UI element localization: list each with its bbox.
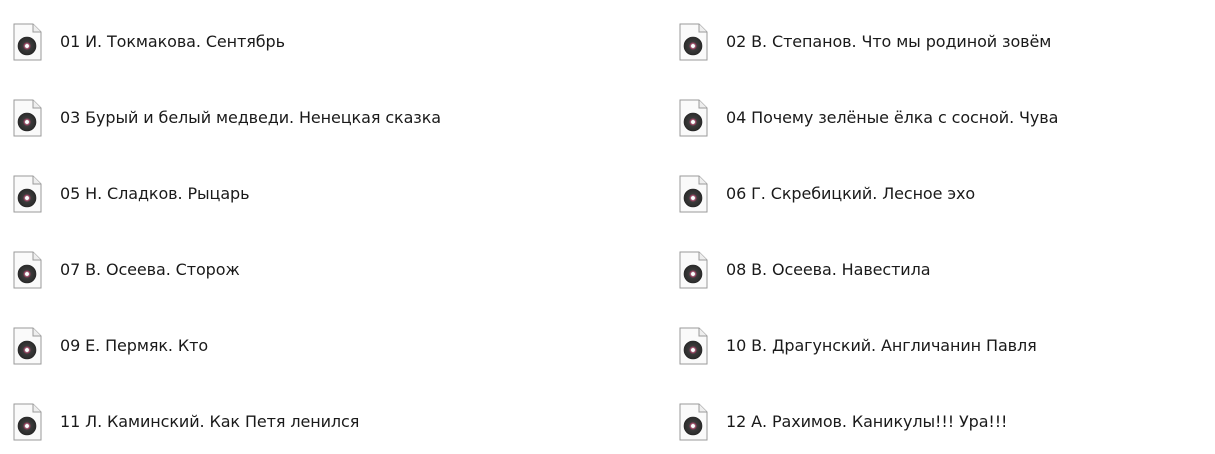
file-item[interactable]: 02 В. Степанов. Что мы родиной зовём [678,14,1215,70]
audio-file-icon [679,99,708,137]
audio-file-icon [679,327,708,365]
audio-file-icon [13,403,42,441]
file-name: 07 В. Осеева. Сторож [60,260,240,279]
file-item[interactable]: 07 В. Осеева. Сторож [12,242,662,298]
file-name: 06 Г. Скребицкий. Лесное эхо [726,184,976,203]
audio-file-icon [13,175,42,213]
file-item[interactable]: 01 И. Токмакова. Сентябрь [12,14,662,70]
file-name: 11 Л. Каминский. Как Петя ленился [60,412,360,431]
file-name: 09 Е. Пермяк. Кто [60,336,209,355]
file-item[interactable]: 03 Бурый и белый медведи. Ненецкая сказк… [12,90,662,146]
file-name: 04 Почему зелёные ёлка с сосной. Чува [726,108,1059,127]
audio-file-icon [679,251,708,289]
file-name: 05 Н. Сладков. Рыцарь [60,184,250,203]
audio-file-icon [679,403,708,441]
audio-file-icon [13,251,42,289]
file-name: 10 В. Драгунский. Англичанин Павля [726,336,1037,355]
file-name: 01 И. Токмакова. Сентябрь [60,32,285,51]
file-item[interactable]: 05 Н. Сладков. Рыцарь [12,166,662,222]
file-name: 03 Бурый и белый медведи. Ненецкая сказк… [60,108,441,127]
file-item[interactable]: 09 Е. Пермяк. Кто [12,318,662,374]
file-item[interactable]: 04 Почему зелёные ёлка с сосной. Чува [678,90,1215,146]
audio-file-icon [13,23,42,61]
audio-file-icon [679,175,708,213]
file-list: 01 И. Токмакова. Сентябрь 02 В. Степанов… [0,0,1215,454]
audio-file-icon [13,99,42,137]
file-item[interactable]: 12 А. Рахимов. Каникулы!!! Ура!!! [678,394,1215,450]
audio-file-icon [13,327,42,365]
audio-file-icon [679,23,708,61]
file-name: 12 А. Рахимов. Каникулы!!! Ура!!! [726,412,1008,431]
file-item[interactable]: 06 Г. Скребицкий. Лесное эхо [678,166,1215,222]
file-item[interactable]: 10 В. Драгунский. Англичанин Павля [678,318,1215,374]
file-item[interactable]: 11 Л. Каминский. Как Петя ленился [12,394,662,450]
file-name: 08 В. Осеева. Навестила [726,260,931,279]
file-item[interactable]: 08 В. Осеева. Навестила [678,242,1215,298]
file-name: 02 В. Степанов. Что мы родиной зовём [726,32,1052,51]
